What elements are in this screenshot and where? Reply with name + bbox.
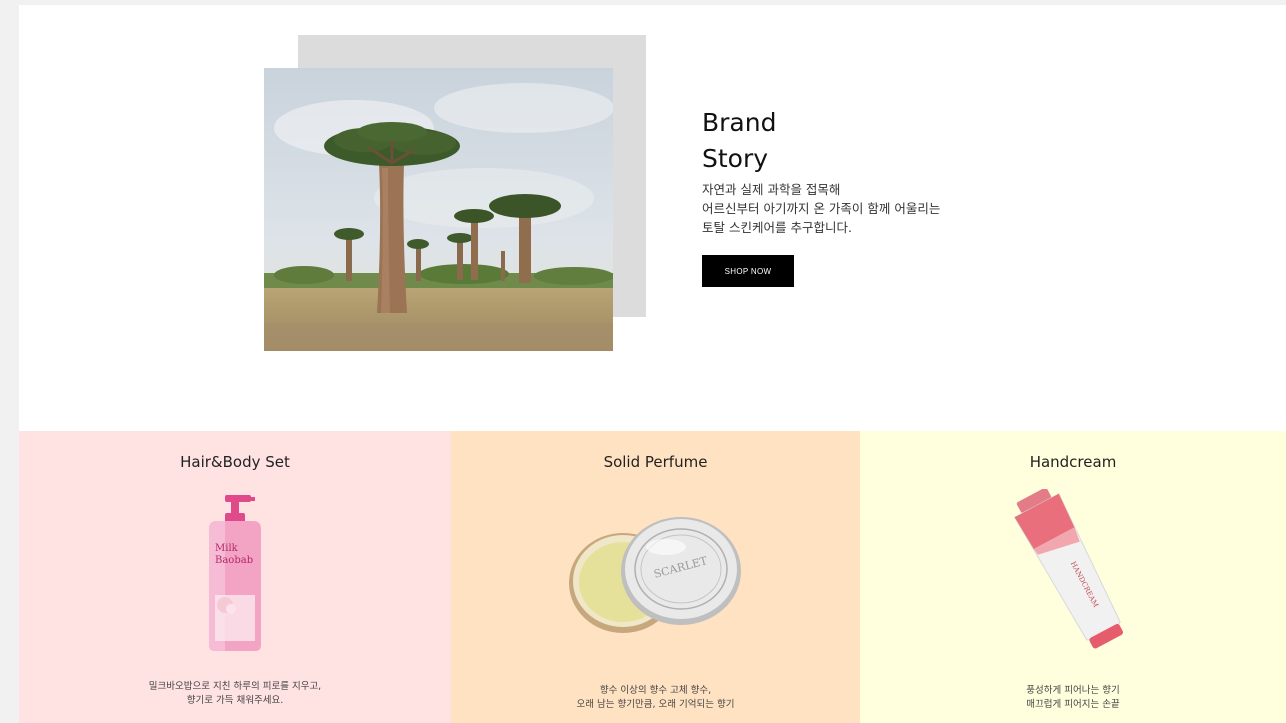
category-solid-perfume[interactable]: Solid Perfume SCARLET 향수 이상의 향수 고체 향수, 오… bbox=[451, 431, 860, 723]
brand-title-line2: Story bbox=[702, 144, 769, 173]
category-title: Handcream bbox=[1029, 453, 1117, 471]
brand-desc-line: 자연과 실제 과학을 접목해 bbox=[702, 182, 841, 197]
category-title: Hair&Body Set bbox=[180, 453, 290, 471]
category-desc-line: 풍성하게 피어나는 향기 bbox=[1026, 685, 1120, 696]
handcream-tube-image: HANDCREAM bbox=[1008, 487, 1138, 667]
category-desc-line: 향기로 가득 채워주세요. bbox=[186, 695, 284, 706]
category-description: 풍성하게 피어나는 향기 매끄럽게 피어지는 손끝 bbox=[860, 684, 1286, 712]
perfume-tin-image: SCARLET bbox=[561, 513, 751, 643]
category-description: 밀크바오밥으로 지친 하루의 피로를 지우고, 향기로 가득 채워주세요. bbox=[19, 680, 451, 708]
category-title: Solid Perfume bbox=[603, 453, 708, 471]
brand-story-description: 자연과 실제 과학을 접목해 어르신부터 아기까지 온 가족이 함께 어울리는 … bbox=[702, 180, 940, 237]
pump-bottle-image: Milk Baobab bbox=[195, 495, 275, 655]
page-container: Brand Story 자연과 실제 과학을 접목해 어르신부터 아기까지 온 … bbox=[19, 5, 1286, 723]
shop-now-button[interactable]: SHOP NOW bbox=[702, 255, 794, 287]
brand-desc-line: 토탈 스킨케어를 추구합니다. bbox=[702, 220, 852, 235]
category-desc-line: 오래 남는 향기만큼, 오래 기억되는 향기 bbox=[576, 699, 735, 710]
bottle-brand-text: Baobab bbox=[215, 555, 253, 566]
category-hair-body-set[interactable]: Hair&Body Set Milk Baobab 밀크바오밥으로 지친 하루의… bbox=[19, 431, 451, 723]
category-desc-line: 밀크바오밥으로 지친 하루의 피로를 지우고, bbox=[148, 681, 322, 692]
brand-story-title: Brand Story bbox=[702, 105, 776, 177]
category-desc-line: 매끄럽게 피어지는 손끝 bbox=[1026, 699, 1120, 710]
category-description: 향수 이상의 향수 고체 향수, 오래 남는 향기만큼, 오래 기억되는 향기 bbox=[451, 684, 860, 712]
brand-title-line1: Brand bbox=[702, 108, 777, 137]
product-categories: Hair&Body Set Milk Baobab 밀크바오밥으로 지친 하루의… bbox=[19, 431, 1286, 723]
baobab-photo bbox=[264, 68, 613, 351]
category-handcream[interactable]: Handcream HANDCREAM 풍성하게 피어나는 향기 매끄럽게 피어… bbox=[860, 431, 1286, 723]
bottle-brand-text: Milk bbox=[215, 543, 239, 554]
category-desc-line: 향수 이상의 향수 고체 향수, bbox=[599, 685, 712, 696]
brand-desc-line: 어르신부터 아기까지 온 가족이 함께 어울리는 bbox=[702, 201, 941, 216]
